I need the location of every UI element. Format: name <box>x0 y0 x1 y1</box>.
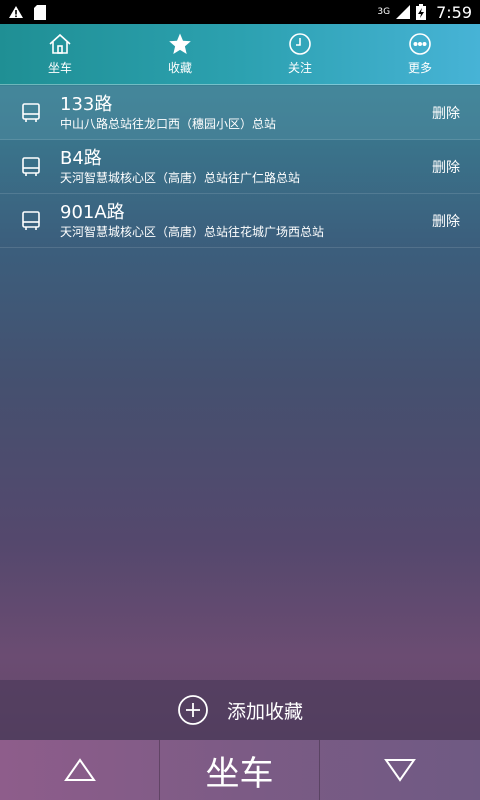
route-description: 天河智慧城核心区（高唐）总站往花城广场西总站 <box>60 224 325 239</box>
signal-icon <box>396 5 411 19</box>
route-name: 901A路 <box>60 201 125 223</box>
favorites-list: 133路 中山八路总站往龙口西（穗园小区）总站 删除 B4路 天河智慧城核心区（… <box>0 86 480 248</box>
scroll-up-button[interactable] <box>0 740 160 800</box>
delete-button[interactable]: 删除 <box>432 211 460 231</box>
bus-icon <box>22 210 40 230</box>
top-nav: 坐车 收藏 关注 更多 <box>0 24 480 85</box>
tab-ride[interactable]: 坐车 <box>0 24 120 84</box>
clock-icon <box>289 33 311 55</box>
tab-follow[interactable]: 关注 <box>240 24 360 84</box>
home-icon <box>49 33 71 54</box>
ride-button[interactable]: 坐车 <box>160 740 320 800</box>
add-favorite-label: 添加收藏 <box>226 700 303 723</box>
network-type: 3G <box>377 7 391 17</box>
favorite-item[interactable]: 133路 中山八路总站往龙口西（穗园小区）总站 删除 <box>0 86 480 140</box>
tab-favorites[interactable]: 收藏 <box>120 24 240 84</box>
ride-button-label: 坐车 <box>205 753 274 794</box>
star-icon <box>169 33 191 54</box>
bus-icon <box>22 156 40 176</box>
tab-favorites-label: 收藏 <box>167 61 192 75</box>
route-description: 天河智慧城核心区（高唐）总站往广仁路总站 <box>60 170 301 185</box>
bus-icon <box>22 102 40 122</box>
delete-button[interactable]: 删除 <box>432 157 460 177</box>
triangle-down-icon <box>384 759 416 782</box>
route-description: 中山八路总站往龙口西（穗园小区）总站 <box>60 116 277 131</box>
clock: 7:59 <box>436 2 472 22</box>
route-name: 133路 <box>60 93 113 115</box>
tab-follow-label: 关注 <box>287 61 312 75</box>
triangle-up-icon <box>63 758 96 781</box>
bottom-bar: 坐车 <box>0 740 480 800</box>
tab-ride-label: 坐车 <box>47 61 72 75</box>
plus-circle-icon <box>178 695 208 725</box>
tab-more-label: 更多 <box>407 61 432 75</box>
sd-card-icon <box>34 4 46 20</box>
warning-icon <box>9 6 23 18</box>
route-name: B4路 <box>60 147 102 169</box>
battery-icon <box>416 4 427 20</box>
favorite-item[interactable]: B4路 天河智慧城核心区（高唐）总站往广仁路总站 删除 <box>0 140 480 194</box>
tab-more[interactable]: 更多 <box>360 24 480 84</box>
more-icon <box>409 33 431 55</box>
favorite-item[interactable]: 901A路 天河智慧城核心区（高唐）总站往花城广场西总站 删除 <box>0 194 480 248</box>
add-favorite-button[interactable]: 添加收藏 <box>0 680 480 740</box>
status-bar: 3G 7:59 <box>0 0 480 24</box>
scroll-down-button[interactable] <box>320 740 480 800</box>
delete-button[interactable]: 删除 <box>432 103 460 123</box>
